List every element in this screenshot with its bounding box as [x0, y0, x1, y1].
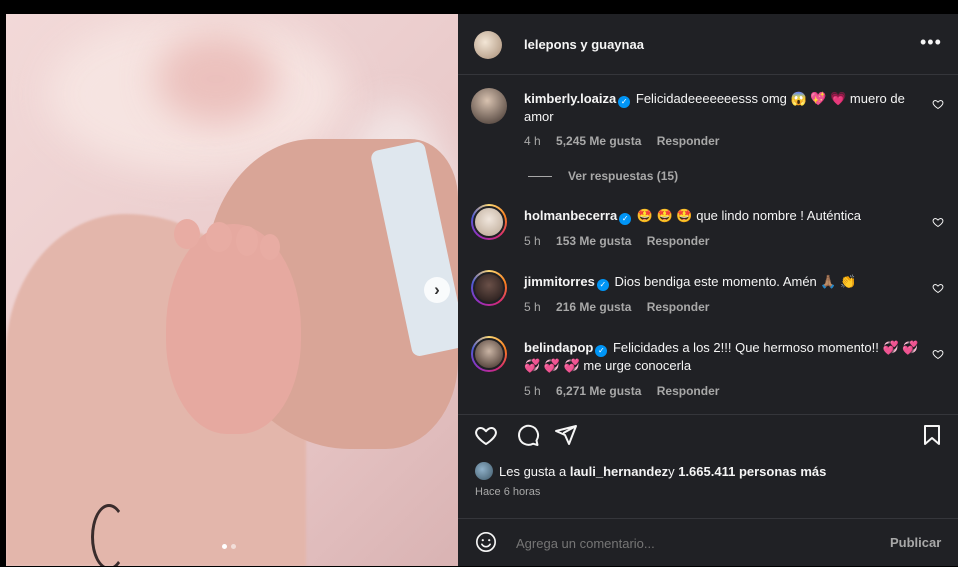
verified-badge-icon: ✓ [618, 96, 631, 108]
image-toe-shape [206, 222, 232, 252]
comment-likes[interactable]: 216 Me gusta [556, 300, 631, 314]
author-name[interactable]: lelepons y guaynaa [524, 37, 644, 52]
carousel-indicator [222, 544, 236, 549]
heart-icon[interactable] [932, 282, 944, 294]
reply-button[interactable]: Responder [657, 134, 720, 148]
view-replies-label: Ver respuestas (15) [568, 169, 679, 183]
liker-username[interactable]: lauli_hernandez [570, 464, 668, 479]
more-options-icon[interactable]: ••• [920, 32, 942, 53]
comment-time: 4 h [524, 134, 541, 148]
comment-time: 5 h [524, 384, 541, 398]
save-bookmark-icon[interactable] [920, 423, 944, 447]
image-toe-shape [260, 234, 280, 260]
top-strip [0, 0, 958, 14]
post-timestamp: Hace 6 horas [475, 486, 541, 498]
likes-count[interactable]: 1.665.411 personas más [678, 464, 826, 479]
heart-icon[interactable] [932, 98, 944, 110]
publish-button[interactable]: Publicar [890, 535, 941, 550]
comment-username[interactable]: holmanbecerra [524, 208, 617, 223]
comment-body: belindapop ✓ Felicidades a los 2!!! Que h… [524, 339, 919, 375]
image-baby-foot-shape [166, 224, 301, 434]
comment-likes[interactable]: 153 Me gusta [556, 234, 631, 248]
post-side-panel: lelepons y guaynaa ••• kimberly.loaiza ✓ … [458, 14, 958, 566]
commenter-avatar[interactable] [471, 336, 507, 372]
comment-body: holmanbecerra ✓ 🤩 🤩 🤩 que lindo nombre ! … [524, 207, 919, 225]
comment-likes[interactable]: 6,271 Me gusta [556, 384, 641, 398]
image-tattoo-shape [91, 504, 127, 566]
reply-button[interactable]: Responder [647, 234, 710, 248]
carousel-next-button[interactable]: › [424, 277, 450, 303]
commenter-avatar[interactable] [471, 88, 507, 124]
post-image[interactable]: › [6, 14, 458, 566]
comment-body: kimberly.loaiza ✓ Felicidadeeeeeeesss omg… [524, 90, 919, 126]
comment-meta: 5 h 153 Me gusta Responder [524, 234, 721, 248]
likes-summary[interactable]: Les gusta a lauli_hernandez y 1.665.411 … [475, 462, 826, 480]
action-bar [458, 414, 958, 455]
comment-text: 🤩 🤩 🤩 que lindo nombre ! Auténtica [636, 208, 862, 223]
image-toe-shape [174, 219, 200, 249]
comment-username[interactable]: kimberly.loaiza [524, 91, 616, 106]
comment-meta: 5 h 216 Me gusta Responder [524, 300, 721, 314]
liker-avatar [475, 462, 493, 480]
chevron-right-icon: › [434, 280, 440, 299]
verified-badge-icon: ✓ [595, 345, 608, 357]
comment-bubble-icon[interactable] [516, 423, 540, 447]
likes-middle: y [668, 463, 675, 479]
author-avatar[interactable] [474, 31, 502, 59]
like-heart-icon[interactable] [474, 423, 498, 447]
verified-badge-icon: ✓ [619, 213, 632, 225]
commenter-avatar[interactable] [471, 204, 507, 240]
verified-badge-icon: ✓ [596, 279, 609, 291]
comment-text: Dios bendiga este momento. Amén 🙏🏽 👏 [614, 274, 857, 289]
image-toe-shape [236, 226, 258, 256]
post-header: lelepons y guaynaa ••• [458, 14, 958, 75]
comment-likes[interactable]: 5,245 Me gusta [556, 134, 641, 148]
share-paper-plane-icon[interactable] [554, 423, 578, 447]
comment-username[interactable]: jimmitorres [524, 274, 595, 289]
image-blur-area [156, 34, 276, 124]
carousel-dot [231, 544, 236, 549]
comment-input[interactable] [514, 535, 818, 552]
likes-prefix: Les gusta a [499, 463, 567, 479]
comment-time: 5 h [524, 234, 541, 248]
heart-icon[interactable] [932, 348, 944, 360]
comment-meta: 4 h 5,245 Me gusta Responder [524, 134, 731, 148]
emoji-icon[interactable] [475, 531, 497, 553]
commenter-avatar[interactable] [471, 270, 507, 306]
comment-body: jimmitorres ✓ Dios bendiga este momento. … [524, 273, 919, 291]
comment-composer: Publicar [458, 518, 958, 567]
replies-divider [528, 176, 552, 178]
carousel-dot-active [222, 544, 227, 549]
reply-button[interactable]: Responder [657, 384, 720, 398]
view-replies-button[interactable]: Ver respuestas (15) [528, 169, 678, 183]
heart-icon[interactable] [932, 216, 944, 228]
reply-button[interactable]: Responder [647, 300, 710, 314]
comment-meta: 5 h 6,271 Me gusta Responder [524, 384, 731, 398]
comment-time: 5 h [524, 300, 541, 314]
comment-username[interactable]: belindapop [524, 340, 593, 355]
